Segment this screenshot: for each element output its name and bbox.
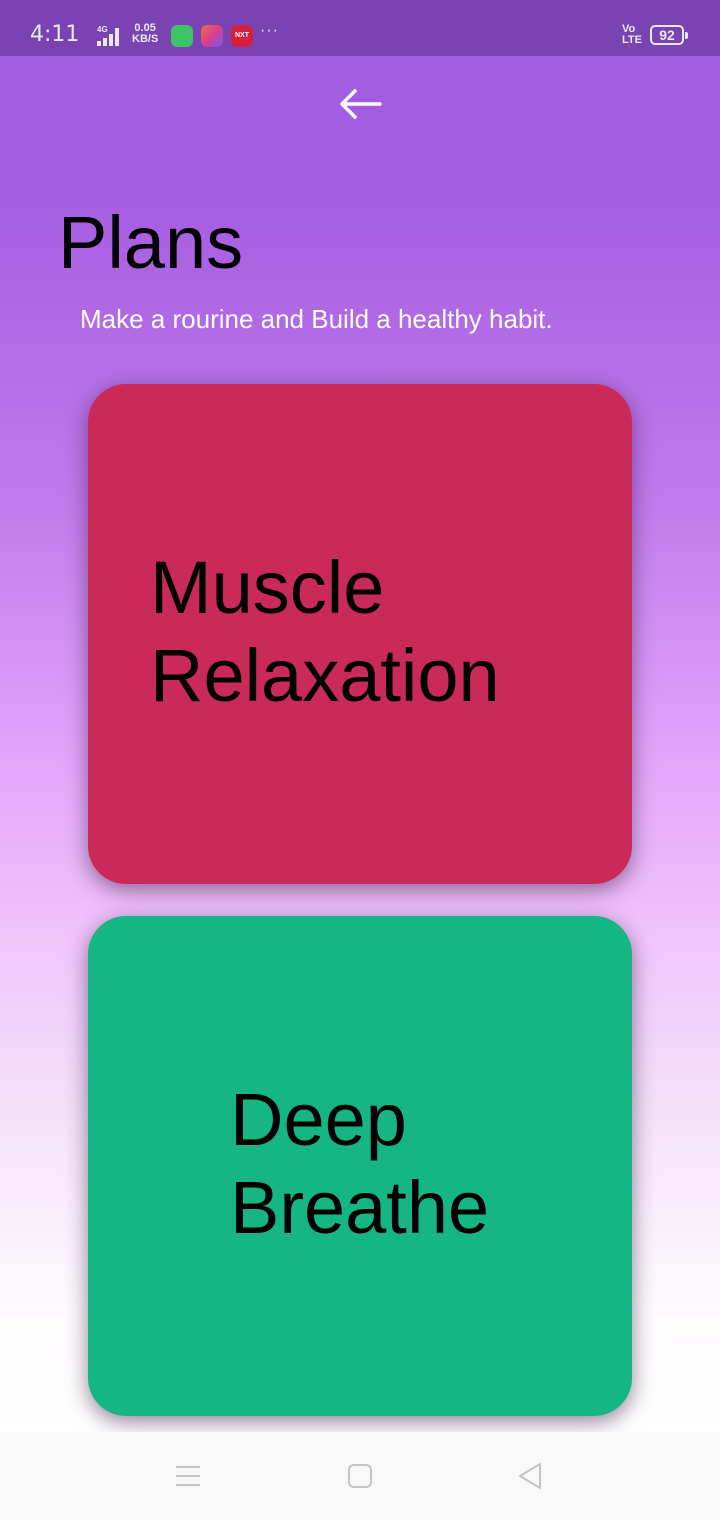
back-button[interactable] [330,80,390,128]
news-app-icon: NXT [231,25,253,47]
plan-card-label: Muscle Relaxation [150,544,500,720]
plan-card-deep-breathe[interactable]: Deep Breathe [88,916,632,1416]
home-square-icon [348,1464,372,1488]
status-bar: 4:11 4G 0.05 KB/S NXT ··· Vo LTE 92 [0,0,720,56]
volte-indicator: Vo LTE [622,24,642,46]
messages-app-icon [171,25,193,47]
plan-card-label: Deep Breathe [230,1076,489,1252]
status-time: 4:11 [30,22,80,47]
plan-card-muscle-relaxation[interactable]: Muscle Relaxation [88,384,632,884]
plan-card-label-line2: Breathe [230,1166,490,1249]
menu-icon [176,1466,200,1486]
system-back-button[interactable] [514,1460,546,1492]
battery-icon: 92 [650,25,688,45]
page-subtitle: Make a rourine and Build a healthy habit… [80,304,553,334]
home-button[interactable] [344,1460,376,1492]
page-title: Plans [58,201,244,284]
system-nav-bar [0,1432,720,1520]
back-triangle-icon [519,1463,541,1489]
plan-card-label-line1: Deep [230,1078,407,1161]
volte-bottom: LTE [622,34,642,46]
signal-strength-icon: 4G [97,25,119,46]
network-speed: 0.05 KB/S [132,23,158,45]
plan-card-label-line2: Relaxation [150,634,500,717]
app-screen: 4:11 4G 0.05 KB/S NXT ··· Vo LTE 92 Plan… [0,0,720,1520]
more-notifications-icon: ··· [260,22,279,39]
network-speed-unit: KB/S [132,33,159,45]
svg-text:4G: 4G [97,25,108,34]
recent-apps-button[interactable] [172,1460,204,1492]
gallery-app-icon [201,25,223,47]
plan-card-label-line1: Muscle [150,546,385,629]
battery-level: 92 [659,27,675,43]
arrow-left-icon [340,89,382,119]
